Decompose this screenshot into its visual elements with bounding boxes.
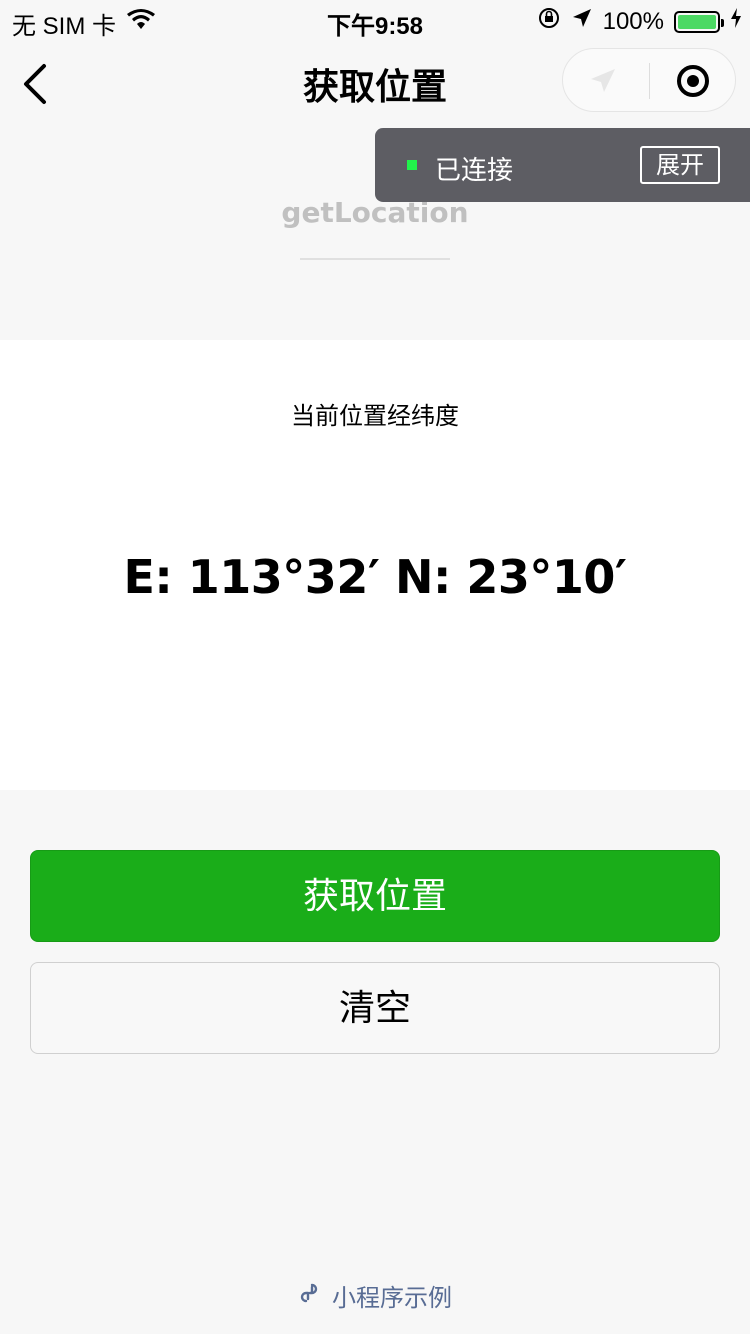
get-location-button[interactable]: 获取位置	[30, 850, 720, 942]
capsule-menu	[562, 48, 736, 112]
expand-button[interactable]: 展开	[640, 146, 720, 184]
location-arrow-icon	[571, 7, 593, 36]
location-label: 当前位置经纬度	[291, 402, 459, 430]
page: 无 SIM 卡 下午9:58 100% 获取位置 getLocation 已连接…	[0, 0, 750, 1334]
capsule-divider	[649, 63, 650, 99]
debug-panel: 已连接 展开	[375, 128, 750, 202]
capsule-more-button[interactable]	[583, 63, 623, 99]
footer-label[interactable]: 小程序示例	[332, 1278, 452, 1313]
battery-icon	[674, 10, 724, 33]
link-icon	[298, 1281, 322, 1311]
status-bar: 无 SIM 卡 下午9:58 100%	[0, 0, 750, 40]
connection-status-dot	[407, 160, 417, 170]
status-bar-right: 100%	[537, 6, 742, 37]
record-icon	[677, 65, 709, 97]
clear-button[interactable]: 清空	[30, 962, 720, 1054]
battery-percent: 100%	[602, 7, 664, 35]
battery-fill	[678, 14, 716, 29]
api-underline	[300, 258, 450, 260]
coordinates-value: E: 113°32′ N: 23°10′	[123, 550, 627, 604]
connection-status-label: 已连接	[435, 156, 514, 186]
navigation-bar: 获取位置	[0, 40, 750, 128]
charging-bolt-icon	[730, 7, 742, 36]
capsule-close-button[interactable]	[673, 61, 713, 101]
location-card: 当前位置经纬度 E: 113°32′ N: 23°10′	[0, 340, 750, 790]
footer: 小程序示例	[0, 1278, 750, 1313]
orientation-lock-icon	[537, 6, 561, 37]
navigation-icon	[591, 69, 615, 92]
